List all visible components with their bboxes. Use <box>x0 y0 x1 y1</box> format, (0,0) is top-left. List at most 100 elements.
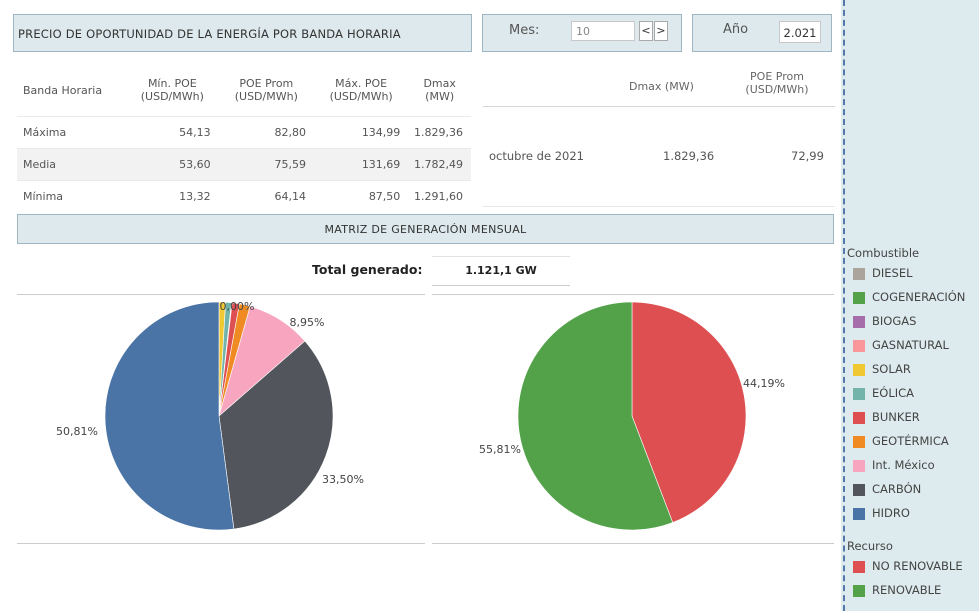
cell-dmax: 1.782,49 <box>408 148 471 181</box>
cell-banda: Media <box>17 148 126 181</box>
table-row[interactable]: Mínima 13,32 64,14 87,50 1.291,60 <box>17 180 471 212</box>
cell-min-poe: 54,13 <box>126 116 219 149</box>
year-input[interactable]: 2.021 <box>779 21 821 43</box>
legend-label: NO RENOVABLE <box>872 559 963 573</box>
year-selector: Año 2.021 <box>692 14 832 52</box>
poe-table: Banda Horaria Mín. POE (USD/MWh) POE Pro… <box>17 64 471 212</box>
total-generated-label: Total generado: <box>312 262 423 277</box>
legend-item-solar[interactable]: SOLAR <box>841 359 979 383</box>
legend-label: EÓLICA <box>872 386 915 400</box>
legend-swatch <box>853 292 865 304</box>
fuel-pie-chart[interactable]: 0,00% 8,95% 33,50% 50,81% <box>17 296 427 542</box>
legend-item-gasnatural[interactable]: GASNATURAL <box>841 335 979 359</box>
legend-label: SOLAR <box>872 362 911 376</box>
legend-label: BUNKER <box>872 410 920 424</box>
cell-max-poe: 87,50 <box>313 180 409 212</box>
legend-swatch <box>853 508 865 520</box>
legend-swatch <box>853 561 865 573</box>
month-selector: Mes: 10 < > <box>482 14 682 52</box>
legend-item-hidro[interactable]: HIDRO <box>841 503 979 527</box>
legend-item-bunker[interactable]: BUNKER <box>841 407 979 431</box>
legend-item-diesel[interactable]: DIESEL <box>841 263 979 287</box>
monthly-summary-row[interactable]: octubre de 2021 1.829,36 72,99 <box>483 146 835 166</box>
fuel-legend: DIESEL COGENERACIÓN BIOGAS GASNATURAL SOLAR E… <box>841 263 979 527</box>
legend-swatch <box>853 436 865 448</box>
next-month-button[interactable]: > <box>654 21 668 41</box>
legend-swatch <box>853 316 865 328</box>
pie-label-diesel: 0,00% <box>220 300 255 313</box>
legend-label: COGENERACIÓN <box>872 290 966 304</box>
cell-poe-prom-month: 72,99 <box>791 149 824 163</box>
cell-dmax: 1.829,36 <box>408 116 471 149</box>
column-header-banda[interactable]: Banda Horaria <box>17 64 126 117</box>
divider <box>17 543 425 544</box>
legend-label: GASNATURAL <box>872 338 949 352</box>
total-generated-value: 1.121,1 GW <box>432 256 570 286</box>
legend-swatch <box>853 364 865 376</box>
legend-label: DIESEL <box>872 266 913 280</box>
legend-swatch <box>853 412 865 424</box>
table-row[interactable]: Media 53,60 75,59 131,69 1.782,49 <box>17 148 471 181</box>
cell-max-poe: 131,69 <box>313 148 409 181</box>
legend-swatch <box>853 484 865 496</box>
column-header-poe-prom-month[interactable]: POE Prom (USD/MWh) <box>740 70 814 96</box>
legend-label: GEOTÉRMICA <box>872 434 949 448</box>
column-header-poe-prom[interactable]: POE Prom (USD/MWh) <box>219 64 314 117</box>
column-header-min-poe[interactable]: Mín. POE (USD/MWh) <box>126 64 219 117</box>
legend-swatch <box>853 268 865 280</box>
cell-poe-prom: 75,59 <box>218 148 314 181</box>
year-label: Año <box>723 22 749 37</box>
fuel-legend-title: Combustible <box>847 246 920 260</box>
table-row[interactable]: Máxima 54,13 82,80 134,99 1.829,36 <box>17 116 471 149</box>
cell-poe-prom: 82,80 <box>218 116 314 149</box>
cell-poe-prom: 64,14 <box>218 180 314 212</box>
divider <box>432 294 834 295</box>
legend-label: Int. México <box>872 458 935 472</box>
divider <box>17 294 425 295</box>
legend-item-geotermica[interactable]: GEOTÉRMICA <box>841 431 979 455</box>
cell-max-poe: 134,99 <box>313 116 409 149</box>
legend-item-int-mexico[interactable]: Int. México <box>841 455 979 479</box>
legend-item-eolica[interactable]: EÓLICA <box>841 383 979 407</box>
cell-min-poe: 13,32 <box>126 180 219 212</box>
legend-label: HIDRO <box>872 506 910 520</box>
resource-legend: NO RENOVABLE RENOVABLE <box>841 556 979 604</box>
pie-label-hidro: 50,81% <box>56 425 98 438</box>
divider <box>432 543 834 544</box>
legend-item-biogas[interactable]: BIOGAS <box>841 311 979 335</box>
matrix-title-panel: MATRIZ DE GENERACIÓN MENSUAL <box>17 214 834 244</box>
pie-slice-hidro[interactable] <box>104 301 235 531</box>
cell-banda: Mínima <box>17 180 126 212</box>
legend-swatch <box>853 585 865 597</box>
legend-item-cogeneracion[interactable]: COGENERACIÓN <box>841 287 979 311</box>
column-header-dmax-month[interactable]: Dmax (MW) <box>629 80 694 93</box>
poe-table-header: Banda Horaria Mín. POE (USD/MWh) POE Pro… <box>17 64 471 117</box>
divider <box>483 206 835 207</box>
legend-swatch <box>853 460 865 472</box>
cell-period: octubre de 2021 <box>489 149 584 163</box>
month-input[interactable]: 10 <box>571 21 635 41</box>
cell-dmax-month: 1.829,36 <box>663 149 715 163</box>
legend-label: CARBÓN <box>872 482 922 496</box>
legend-label: RENOVABLE <box>872 583 942 597</box>
legend-item-renovable[interactable]: RENOVABLE <box>841 580 979 604</box>
column-header-dmax[interactable]: Dmax (MW) <box>408 64 471 117</box>
legend-item-no-renovable[interactable]: NO RENOVABLE <box>841 556 979 580</box>
poe-title: PRECIO DE OPORTUNIDAD DE LA ENERGÍA POR … <box>18 27 401 41</box>
legend-swatch <box>853 340 865 352</box>
previous-month-button[interactable]: < <box>639 21 653 41</box>
pie-label-carbon: 33,50% <box>322 473 364 486</box>
cell-dmax: 1.291,60 <box>408 180 471 212</box>
column-header-max-poe[interactable]: Máx. POE (USD/MWh) <box>314 64 408 117</box>
resource-pie-chart[interactable]: 44,19% 55,81% <box>432 296 834 542</box>
matrix-title: MATRIZ DE GENERACIÓN MENSUAL <box>324 223 527 236</box>
cell-min-poe: 53,60 <box>126 148 219 181</box>
legend-label: BIOGAS <box>872 314 917 328</box>
resource-legend-title: Recurso <box>847 539 893 553</box>
pie-label-renovable: 55,81% <box>479 443 521 456</box>
monthly-summary-header: Dmax (MW) POE Prom (USD/MWh) <box>483 64 835 107</box>
legend-item-carbon[interactable]: CARBÓN <box>841 479 979 503</box>
month-label: Mes: <box>509 23 540 38</box>
legend-swatch <box>853 388 865 400</box>
cell-banda: Máxima <box>17 116 126 149</box>
